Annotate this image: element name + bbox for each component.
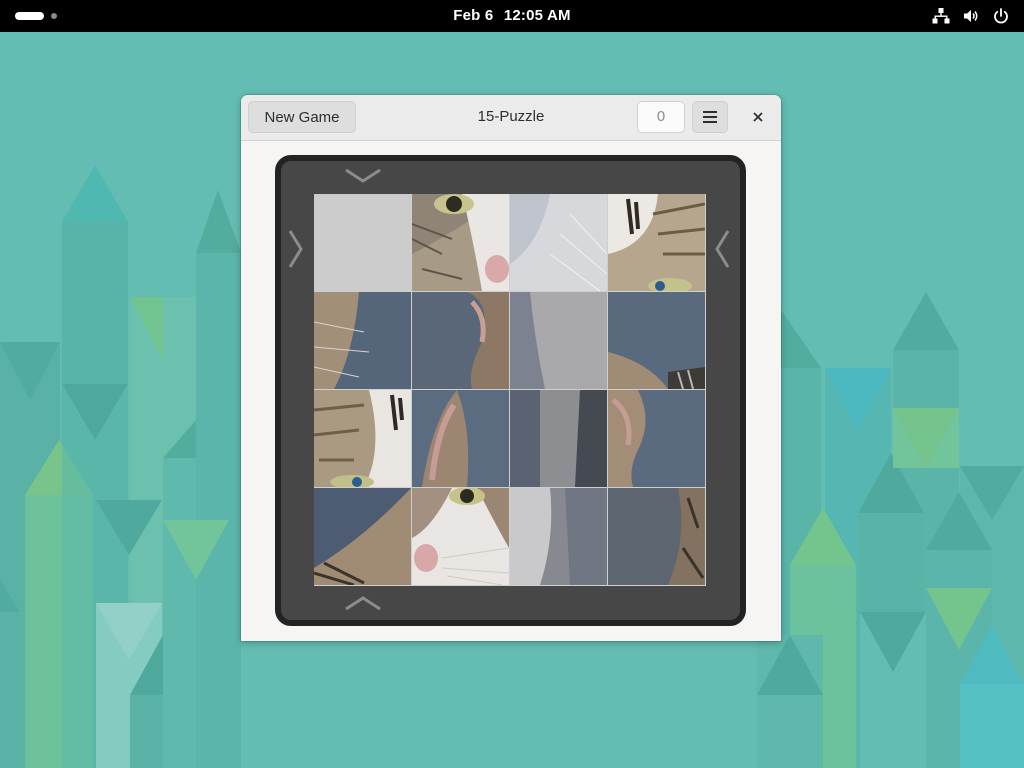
clock[interactable]: Feb 6 12:05 AM: [0, 0, 1024, 32]
puzzle-tile[interactable]: [510, 488, 607, 585]
puzzle-tile[interactable]: [510, 292, 607, 389]
puzzle-tile[interactable]: [608, 390, 705, 487]
arrow-left-icon[interactable]: [713, 229, 731, 269]
puzzle-tile[interactable]: [412, 292, 509, 389]
close-button[interactable]: [746, 105, 770, 129]
top-bar: Feb 6 12:05 AM: [0, 0, 1024, 32]
puzzle-tile[interactable]: [314, 488, 411, 585]
volume-icon: [964, 10, 978, 22]
header-bar: New Game 15-Puzzle 0: [241, 95, 781, 141]
puzzle-tile[interactable]: [608, 292, 705, 389]
moves-counter: 0: [637, 101, 685, 133]
puzzle-tile[interactable]: [314, 390, 411, 487]
clock-date: Feb 6: [453, 7, 494, 24]
power-icon: [994, 8, 1008, 24]
arrow-up-icon[interactable]: [344, 594, 382, 612]
puzzle-tile[interactable]: [608, 488, 705, 585]
network-icon: [932, 8, 950, 24]
system-tray[interactable]: [932, 7, 1010, 25]
arrow-down-icon[interactable]: [344, 167, 382, 185]
puzzle-window: New Game 15-Puzzle 0: [241, 95, 781, 641]
hamburger-menu-icon: [703, 111, 717, 123]
puzzle-tile[interactable]: [510, 390, 607, 487]
main-menu-button[interactable]: [692, 101, 728, 133]
clock-time: 12:05 AM: [503, 7, 571, 24]
puzzle-tile[interactable]: [608, 194, 705, 291]
empty-tile: [314, 194, 411, 291]
puzzle-tile[interactable]: [412, 488, 509, 585]
puzzle-board: [275, 155, 746, 626]
close-icon: [753, 112, 763, 122]
puzzle-tile[interactable]: [412, 194, 509, 291]
puzzle-tile[interactable]: [510, 194, 607, 291]
puzzle-tile[interactable]: [314, 292, 411, 389]
arrow-right-icon[interactable]: [287, 229, 305, 269]
puzzle-tile[interactable]: [412, 390, 509, 487]
tile-grid: [314, 194, 706, 586]
